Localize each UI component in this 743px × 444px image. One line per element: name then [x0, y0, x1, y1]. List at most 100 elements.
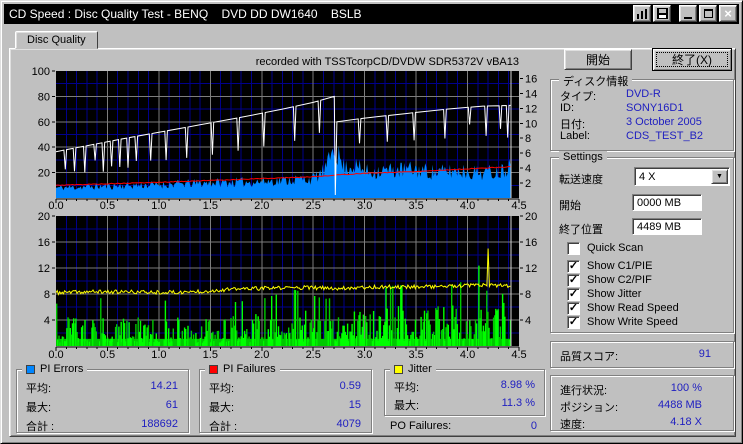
svg-text:16: 16 [525, 73, 537, 85]
stat-label: 平均: [394, 382, 420, 394]
exit-button[interactable]: 終了(X) [652, 48, 732, 71]
stat-label: 平均: [26, 383, 52, 395]
checkbox-show-c1-pie[interactable]: ✓ Show C1/PIE [567, 259, 652, 273]
disc-id-label: ID: [560, 102, 575, 114]
chart-icon [636, 8, 647, 19]
svg-text:20: 20 [525, 211, 537, 223]
end-pos-label: 終了位置 [559, 224, 603, 236]
svg-text:14: 14 [525, 88, 537, 100]
minimize-button[interactable] [679, 5, 697, 22]
stat-value: 8.98 % [500, 379, 535, 391]
stat-value: 15 [348, 399, 361, 411]
checkbox-box[interactable]: ✓ [567, 273, 580, 287]
copy-chart-button[interactable] [633, 5, 651, 22]
end-pos-input[interactable]: 4489 MB [632, 218, 702, 235]
disc-date-value: 3 October 2005 [626, 116, 702, 128]
close-button[interactable]: × [719, 5, 737, 22]
jitter-box: Jitter 平均: 8.98 % 最大: 11.3 % [384, 363, 545, 416]
checkbox-box[interactable]: ✓ [567, 259, 580, 273]
chevron-down-icon: ▼ [716, 173, 723, 180]
minimize-icon [684, 16, 692, 19]
checkbox-box[interactable] [567, 241, 580, 255]
svg-text:60: 60 [38, 117, 50, 129]
stat-label: 合計 : [26, 421, 55, 433]
disc-info-group: ディスク情報 タイプ: DVD-R ID: SONY16D1 日付: 3 Octobe… [550, 73, 734, 151]
pi-errors-color-swatch [26, 364, 35, 374]
speed-status-value: 4.18 X [670, 416, 702, 428]
svg-text:1.5: 1.5 [203, 349, 218, 361]
checkbox-show-read-speed[interactable]: ✓ Show Read Speed [567, 301, 679, 315]
progress-label: 進行状況: [560, 385, 608, 397]
po-failures-row: PO Failures: 0 [390, 420, 537, 433]
svg-text:recorded with TSSTcorpCD/DVDW: recorded with TSSTcorpCD/DVDW SDR5372V v… [256, 56, 519, 68]
svg-text:8: 8 [525, 289, 531, 301]
pi-failures-color-swatch [209, 364, 218, 374]
focus-rect [656, 52, 728, 67]
checkbox-show-jitter[interactable]: ✓ Show Jitter [567, 287, 641, 301]
pi-errors-legend: PI Errors [22, 363, 88, 375]
jitter-color-swatch [394, 364, 403, 374]
progress-box: 進行状況: 100 % ポジション: 4488 MB 速度: 4.18 X [550, 375, 734, 431]
svg-text:0.5: 0.5 [100, 349, 115, 361]
svg-text:80: 80 [38, 91, 50, 103]
window-title: CD Speed : Disc Quality Test - BENQ DVD … [9, 7, 362, 21]
checkbox-show-write-speed[interactable]: ✓ Show Write Speed [567, 315, 678, 329]
svg-text:40: 40 [38, 142, 50, 154]
maximize-icon [703, 9, 713, 18]
disc-type-value: DVD-R [626, 88, 661, 100]
stat-label: 合計 : [209, 421, 238, 433]
close-icon: × [724, 5, 732, 21]
checkbox-box[interactable]: ✓ [567, 287, 580, 301]
app-window: CD Speed : Disc Quality Test - BENQ DVD … [0, 0, 743, 444]
svg-text:2.0: 2.0 [254, 349, 269, 361]
svg-text:8: 8 [44, 289, 50, 301]
checkbox-box[interactable]: ✓ [567, 301, 580, 315]
save-button[interactable] [653, 5, 671, 22]
disc-label-value: CDS_TEST_B2 [626, 130, 704, 142]
svg-text:4: 4 [525, 163, 531, 175]
po-failures-label: PO Failures: [390, 420, 452, 432]
pi-failures-box: PI Failures 平均: 0.59 最大: 15 合計 : 4079 [199, 363, 372, 433]
start-button[interactable]: 開始 [564, 49, 632, 70]
checkbox-show-c2-pif[interactable]: ✓ Show C2/PIF [567, 273, 652, 287]
tab-disc-quality[interactable]: Disc Quality [15, 31, 98, 49]
stat-value: 11.3 % [501, 397, 535, 409]
start-pos-input[interactable]: 0000 MB [632, 194, 702, 211]
speed-select[interactable]: 4 X ▼ [634, 167, 730, 186]
quality-scan-chart: 0.0 0.5 1.0 1.5 2.0 2.5 3.0 3.5 4.0 4.51008060402… [32, 56, 538, 212]
stat-label: 最大: [394, 400, 420, 412]
svg-text:4.5: 4.5 [511, 349, 526, 361]
stat-label: 平均: [209, 383, 235, 395]
stat-label: 最大: [209, 402, 235, 414]
checkbox-box[interactable]: ✓ [567, 315, 580, 329]
progress-value: 100 % [670, 382, 702, 394]
quality-score-value: 91 [698, 348, 711, 360]
svg-text:12: 12 [525, 263, 537, 275]
svg-text:12: 12 [38, 263, 50, 275]
stat-value: 61 [165, 399, 178, 411]
svg-text:4: 4 [44, 315, 50, 327]
svg-text:2.5: 2.5 [306, 349, 321, 361]
checkbox-quick-scan[interactable]: Quick Scan [567, 241, 643, 255]
quality-score-label: 品質スコア: [560, 351, 619, 363]
dropdown-button[interactable]: ▼ [711, 169, 728, 184]
stat-label: 最大: [26, 402, 52, 414]
maximize-button[interactable] [699, 5, 717, 22]
svg-text:4: 4 [525, 315, 531, 327]
stat-value: 14.21 [150, 380, 178, 392]
svg-text:20: 20 [38, 211, 50, 223]
svg-text:3.0: 3.0 [357, 349, 372, 361]
svg-text:3.5: 3.5 [408, 349, 423, 361]
speed-value: 4 X [639, 170, 656, 183]
svg-text:16: 16 [38, 237, 50, 249]
quality-score-box: 品質スコア: 91 [550, 341, 734, 368]
svg-text:8: 8 [525, 133, 531, 145]
speed-label: 転送速度 [559, 174, 603, 186]
titlebar[interactable]: CD Speed : Disc Quality Test - BENQ DVD … [4, 4, 739, 24]
start-pos-label: 開始 [559, 200, 581, 212]
po-failures-value: 0 [530, 420, 537, 432]
disc-label-label: Label: [560, 130, 590, 142]
settings-legend: Settings [559, 151, 607, 163]
speed-status-label: 速度: [560, 419, 586, 431]
pi-failures-legend: PI Failures [205, 363, 280, 375]
